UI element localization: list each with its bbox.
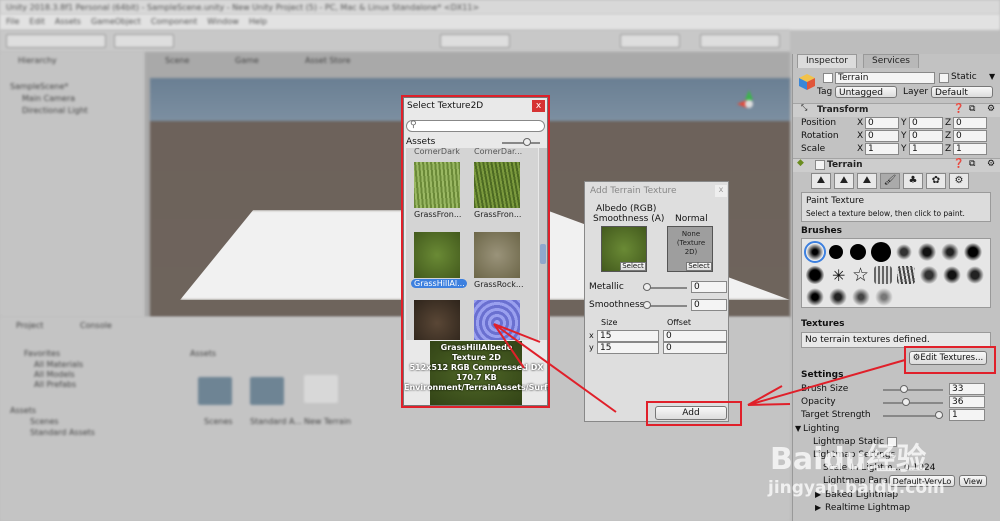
watermark-logo: Baidu经验 [770, 442, 927, 477]
watermark-url: jingyan.baidu.com [768, 478, 945, 498]
